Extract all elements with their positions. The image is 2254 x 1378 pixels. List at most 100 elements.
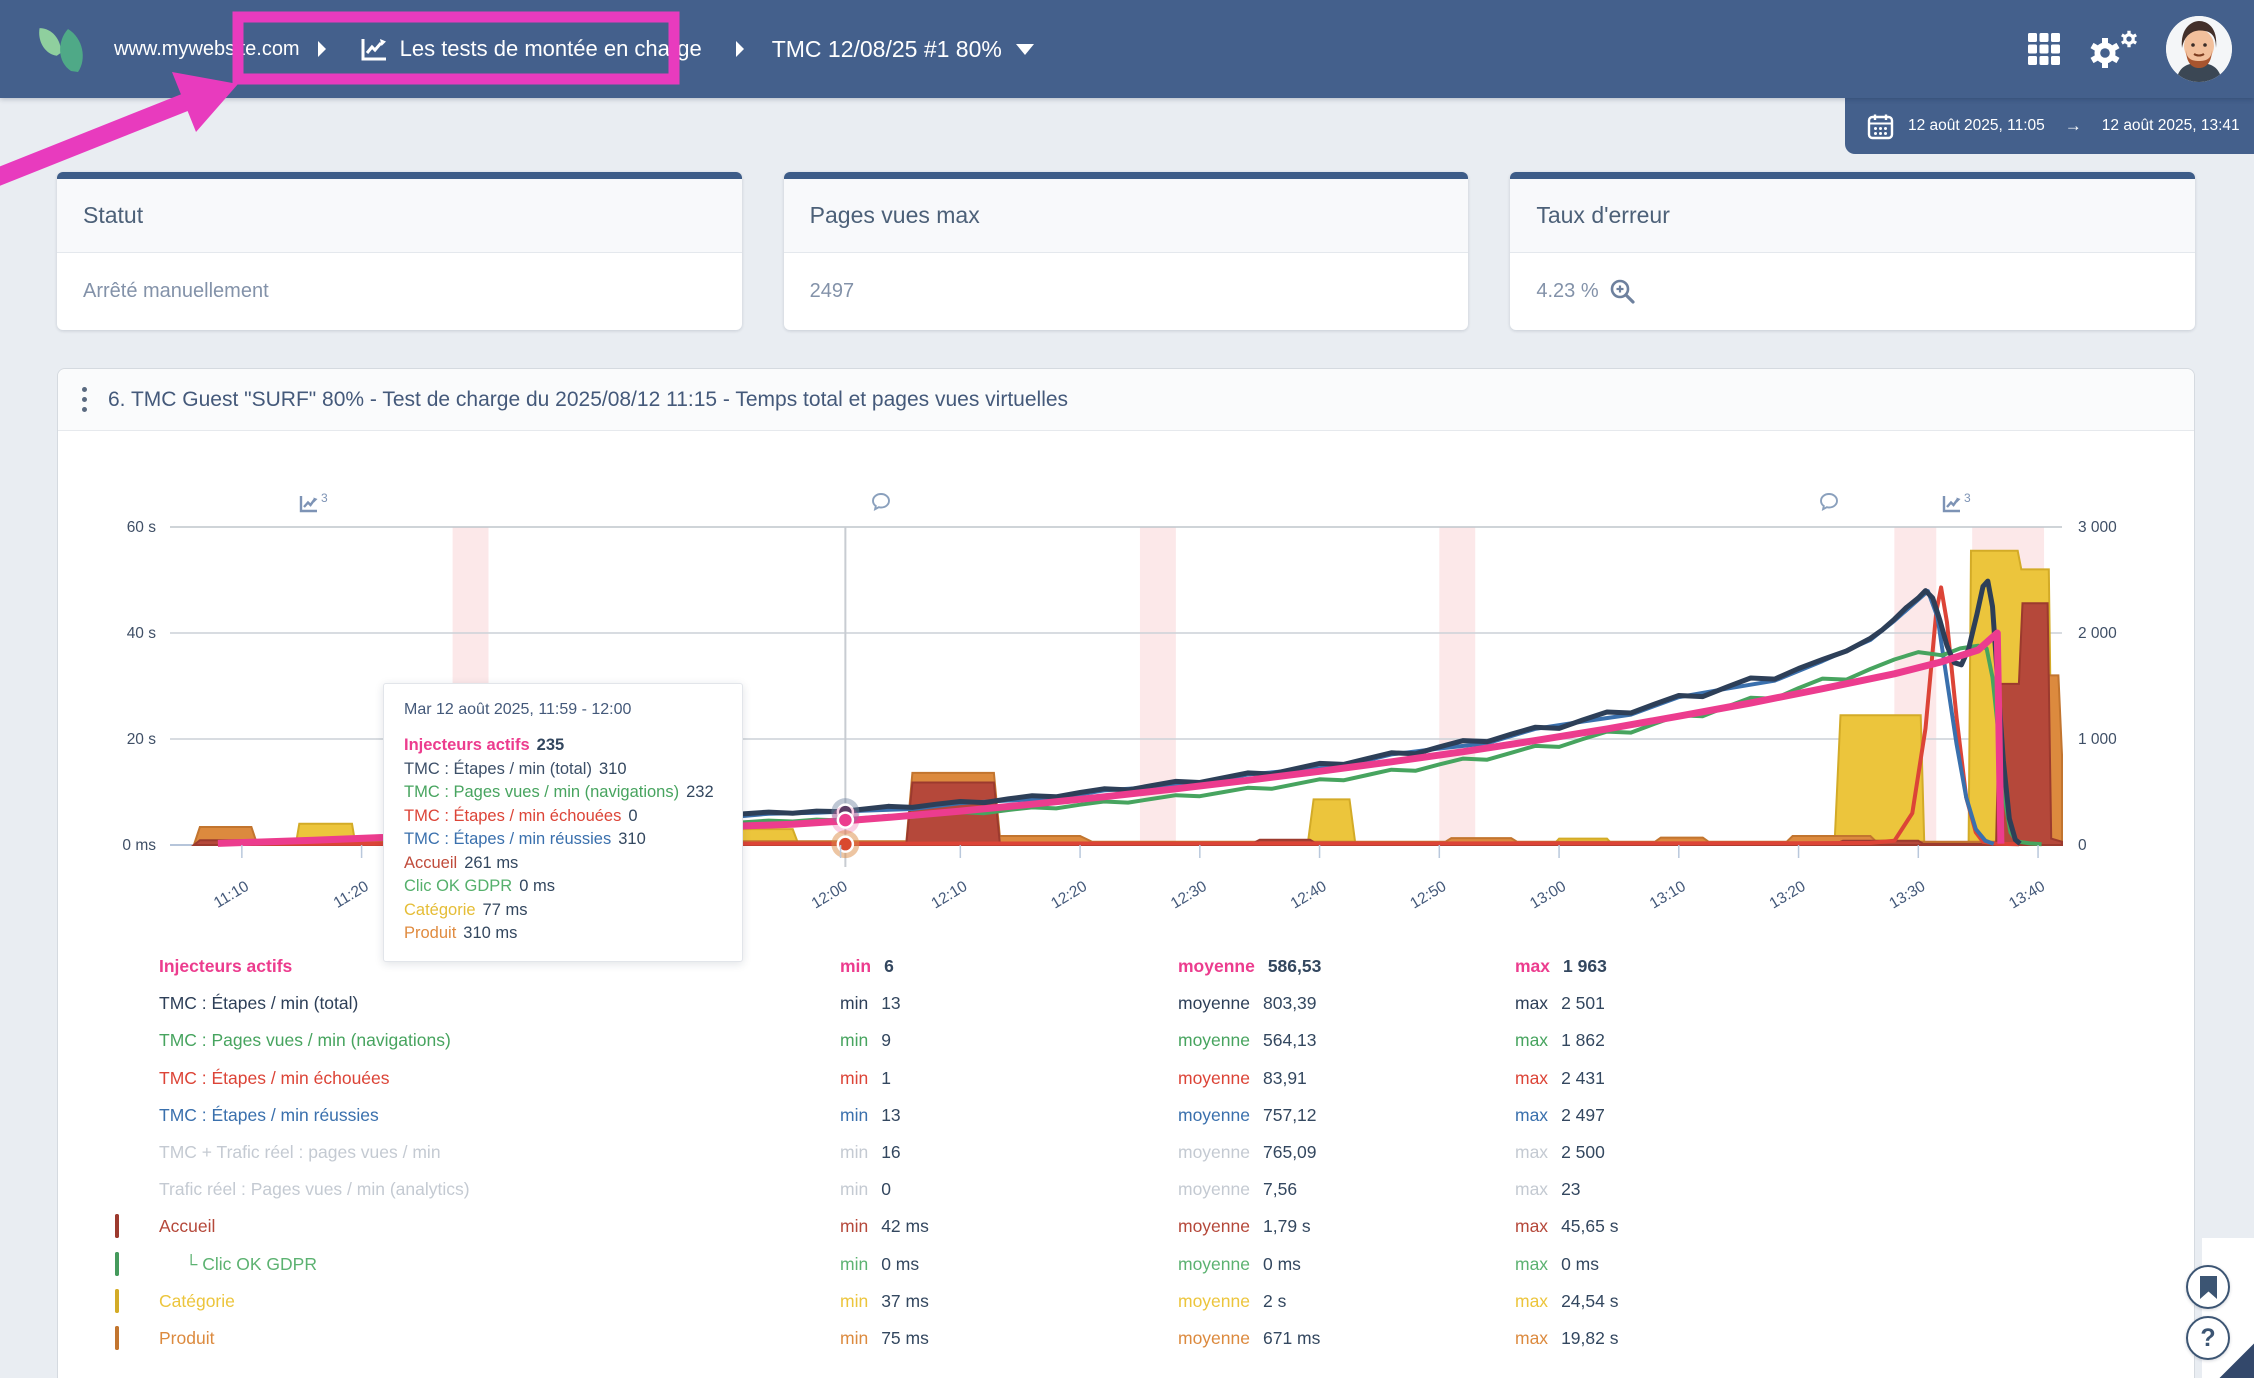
legend-max: max2 500	[1515, 1142, 2108, 1163]
breadcrumb-section-load-tests[interactable]: Les tests de montée en charge	[344, 22, 718, 76]
x-tick-label: 12:00	[809, 878, 851, 913]
daterange-from: 12 août 2025, 11:05	[1908, 117, 2045, 135]
card-value: 2497	[810, 280, 855, 303]
svg-text:3: 3	[1964, 491, 1971, 505]
legend-row[interactable]: TMC : Pages vues / min (navigations)min9…	[88, 1022, 2108, 1059]
tooltip-row: TMC : Étapes / min échouées0	[404, 805, 722, 829]
legend-label: Catégorie	[159, 1291, 840, 1312]
legend-avg: moyenne803,39	[1178, 993, 1515, 1014]
legend-label: Trafic réel : Pages vues / min (analytic…	[159, 1179, 840, 1200]
comment-icon[interactable]	[873, 494, 889, 509]
caret-down-icon	[1016, 44, 1034, 55]
legend-row[interactable]: TMC + Trafic réel : pages vues / minmin1…	[88, 1134, 2108, 1171]
chevron-right-icon	[316, 39, 328, 59]
tooltip-row: TMC : Étapes / min (total)310	[404, 758, 722, 782]
zoom-in-icon[interactable]	[1609, 278, 1635, 304]
card-value: Arrêté manuellement	[83, 280, 269, 303]
tooltip-row: Accueil261 ms	[404, 852, 722, 876]
legend-label: TMC : Étapes / min réussies	[159, 1105, 840, 1126]
x-tick-label: 12:20	[1048, 878, 1090, 913]
svg-text:3: 3	[321, 491, 328, 505]
annotation-arrow-shaft	[0, 102, 186, 180]
legend-min: min13	[840, 993, 1178, 1014]
hover-point	[838, 813, 853, 828]
chart-tooltip: Mar 12 août 2025, 11:59 - 12:00 Injecteu…	[383, 683, 743, 962]
bookmark-button[interactable]	[2186, 1265, 2230, 1309]
legend-row[interactable]: └ Clic OK GDPRmin0 msmoyenne0 msmax0 ms	[88, 1246, 2108, 1283]
x-tick-label: 12:50	[1407, 878, 1449, 913]
legend-avg: moyenne564,13	[1178, 1030, 1515, 1051]
chart-legend: Injecteurs actifsmin6moyenne586,53max1 9…	[88, 948, 2108, 1357]
x-tick-label: 12:10	[928, 878, 970, 913]
legend-row[interactable]: Trafic réel : Pages vues / min (analytic…	[88, 1171, 2108, 1208]
legend-avg: moyenne2 s	[1178, 1291, 1515, 1312]
legend-row[interactable]: TMC : Étapes / min réussiesmin13moyenne7…	[88, 1097, 2108, 1134]
arrow-right-icon: →	[2065, 116, 2082, 136]
legend-min: min75 ms	[840, 1328, 1178, 1349]
tooltip-row: Catégorie77 ms	[404, 899, 722, 923]
legend-row[interactable]: TMC : Étapes / min (total)min13moyenne80…	[88, 985, 2108, 1022]
legend-max: max1 862	[1515, 1030, 2108, 1051]
legend-max: max1 963	[1515, 956, 2108, 977]
help-button[interactable]: ?	[2186, 1316, 2230, 1360]
tooltip-title: Mar 12 août 2025, 11:59 - 12:00	[404, 701, 722, 719]
test-selector-label: TMC 12/08/25 #1 80%	[772, 36, 1002, 63]
legend-min: min13	[840, 1105, 1178, 1126]
legend-label: TMC : Étapes / min (total)	[159, 993, 840, 1014]
svg-text:60 s: 60 s	[127, 519, 157, 536]
svg-text:3 000: 3 000	[2078, 519, 2117, 536]
multichart-icon[interactable]: 3	[301, 491, 328, 511]
breadcrumb-site[interactable]: www.mywebsite.com	[114, 38, 300, 61]
legend-avg: moyenne7,56	[1178, 1179, 1515, 1200]
legend-avg: moyenne671 ms	[1178, 1328, 1515, 1349]
x-tick-label: 13:00	[1527, 878, 1569, 913]
legend-avg: moyenne0 ms	[1178, 1254, 1515, 1275]
x-tick-label: 13:20	[1767, 878, 1809, 913]
legend-row[interactable]: Catégoriemin37 msmoyenne2 smax24,54 s	[88, 1283, 2108, 1320]
tooltip-rows: Injecteurs actifs235TMC : Étapes / min (…	[404, 734, 722, 946]
tooltip-row: TMC : Étapes / min réussies310	[404, 828, 722, 852]
chart-panel-header: 6. TMC Guest "SURF" 80% - Test de charge…	[58, 369, 2194, 431]
svg-text:40 s: 40 s	[127, 625, 157, 642]
chart-event-band	[1439, 527, 1475, 845]
comment-icon[interactable]	[1821, 494, 1837, 509]
x-tick-label: 11:10	[211, 878, 252, 912]
legend-box-swatch	[115, 1214, 119, 1238]
legend-max: max2 431	[1515, 1068, 2108, 1089]
x-tick-label: 12:40	[1288, 878, 1330, 913]
apps-grid-icon[interactable]	[2026, 31, 2062, 67]
svg-text:0: 0	[2078, 837, 2087, 854]
chart-panel-title: 6. TMC Guest "SURF" 80% - Test de charge…	[108, 388, 1068, 412]
x-tick-label: 13:40	[2006, 878, 2048, 913]
legend-min: min0	[840, 1179, 1178, 1200]
test-selector-dropdown[interactable]: TMC 12/08/25 #1 80%	[772, 36, 1034, 63]
calendar-icon	[1867, 113, 1894, 140]
legend-label: Produit	[159, 1328, 840, 1349]
x-tick-label: 12:30	[1168, 878, 1210, 913]
svg-text:20 s: 20 s	[127, 731, 157, 748]
legend-max: max23	[1515, 1179, 2108, 1200]
settings-gears-icon[interactable]	[2088, 27, 2140, 71]
legend-max: max45,65 s	[1515, 1216, 2108, 1237]
legend-label: └ Clic OK GDPR	[159, 1254, 840, 1275]
legend-row[interactable]: Produitmin75 msmoyenne671 msmax19,82 s	[88, 1320, 2108, 1357]
user-avatar[interactable]	[2166, 16, 2232, 82]
legend-avg: moyenne83,91	[1178, 1068, 1515, 1089]
tooltip-row: Produit310 ms	[404, 922, 722, 946]
daterange-picker[interactable]: 12 août 2025, 11:05 → 12 août 2025, 13:4…	[1845, 98, 2254, 154]
svg-text:2 000: 2 000	[2078, 625, 2117, 642]
top-navbar: www.mywebsite.com Les tests de montée en…	[0, 0, 2254, 98]
multichart-icon[interactable]: 3	[1944, 491, 1971, 511]
chevron-right-icon	[734, 39, 746, 59]
card-value: 4.23 %	[1536, 280, 1598, 303]
legend-avg: moyenne757,12	[1178, 1105, 1515, 1126]
legend-row[interactable]: TMC : Étapes / min échouéesmin1moyenne83…	[88, 1060, 2108, 1097]
app-logo-leaf-icon[interactable]	[38, 21, 100, 77]
legend-label: TMC + Trafic réel : pages vues / min	[159, 1142, 840, 1163]
legend-row[interactable]: Accueilmin42 msmoyenne1,79 smax45,65 s	[88, 1208, 2108, 1245]
tooltip-row: TMC : Pages vues / min (navigations)232	[404, 781, 722, 805]
x-tick-label: 11:20	[331, 878, 372, 912]
kebab-menu-icon[interactable]	[82, 387, 88, 412]
card-title: Statut	[57, 179, 742, 253]
legend-box-swatch	[115, 1289, 119, 1313]
